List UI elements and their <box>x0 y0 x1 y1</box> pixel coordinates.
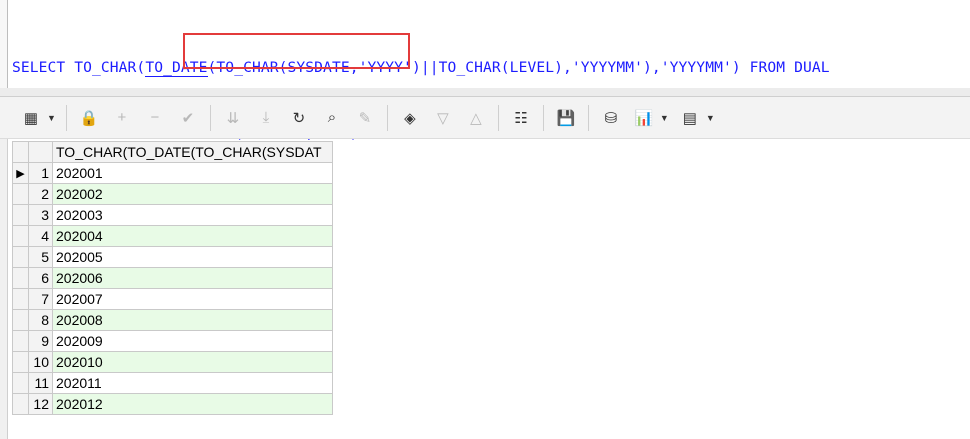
row-number: 2 <box>28 183 53 205</box>
cell-value[interactable]: 202005 <box>52 246 333 268</box>
toolbar-separator <box>65 104 67 131</box>
row-number: 5 <box>28 246 53 268</box>
fetch-last-icon[interactable]: ⤓ <box>253 105 279 131</box>
grid-rownum-header <box>28 141 53 163</box>
dropdown-caret-icon[interactable]: ▼ <box>47 113 56 123</box>
row-number: 10 <box>28 351 53 373</box>
sql-token: 'YYYYMM' <box>571 59 643 76</box>
cell-value[interactable]: 202002 <box>52 183 333 205</box>
row-number: 3 <box>28 204 53 226</box>
row-indicator[interactable] <box>12 183 29 205</box>
row-indicator[interactable] <box>12 309 29 331</box>
row-indicator[interactable] <box>12 267 29 289</box>
toolbar-separator <box>209 104 211 131</box>
previous-record-icon[interactable]: △ <box>463 105 489 131</box>
query-by-example-icon[interactable]: ◈ <box>397 105 423 131</box>
cell-value[interactable]: 202009 <box>52 330 333 352</box>
table-row[interactable]: 10 202010 <box>12 351 333 373</box>
export-icon[interactable]: ⛁ <box>598 105 624 131</box>
grid-header-row: TO_CHAR(TO_DATE(TO_CHAR(SYSDAT <box>12 141 333 163</box>
table-row[interactable]: 7 202007 <box>12 288 333 310</box>
grid-view-icon[interactable]: ▦ <box>18 105 44 131</box>
table-row[interactable]: 5 202005 <box>12 246 333 268</box>
cell-value[interactable]: 202003 <box>52 204 333 226</box>
table-row[interactable]: 8 202008 <box>12 309 333 331</box>
explain-plan-icon[interactable]: ☷ <box>508 105 534 131</box>
refresh-icon[interactable]: ↻ <box>286 105 312 131</box>
row-indicator[interactable] <box>12 288 29 310</box>
cell-value[interactable]: 202004 <box>52 225 333 247</box>
row-number: 7 <box>28 288 53 310</box>
cell-value[interactable]: 202008 <box>52 309 333 331</box>
cell-value[interactable]: 202007 <box>52 288 333 310</box>
chart-icon[interactable]: 📊 <box>631 105 657 131</box>
table-row[interactable]: 3 202003 <box>12 204 333 226</box>
save-icon[interactable]: 💾 <box>553 105 579 131</box>
row-indicator[interactable] <box>12 393 29 415</box>
table-row[interactable]: 9 202009 <box>12 330 333 352</box>
cell-value[interactable]: 202006 <box>52 267 333 289</box>
table-row[interactable]: 11 202011 <box>12 372 333 394</box>
table-row[interactable]: 6 202006 <box>12 267 333 289</box>
cell-value[interactable]: 202012 <box>52 393 333 415</box>
column-header[interactable]: TO_CHAR(TO_DATE(TO_CHAR(SYSDAT <box>52 141 333 163</box>
add-row-icon[interactable]: + <box>109 105 135 131</box>
sql-token: )||TO_CHAR(LEVEL), <box>411 59 572 76</box>
toolbar-separator <box>587 104 589 131</box>
cell-value[interactable]: 202011 <box>52 372 333 394</box>
row-indicator[interactable]: ▶ <box>12 162 29 184</box>
sql-token: 'YYYYMM' <box>660 59 732 76</box>
row-indicator[interactable] <box>12 351 29 373</box>
sql-token: ), <box>642 59 661 76</box>
row-number: 6 <box>28 267 53 289</box>
editor-results-splitter[interactable] <box>0 88 970 97</box>
row-indicator[interactable] <box>12 246 29 268</box>
table-row[interactable]: 4 202004 <box>12 225 333 247</box>
cell-value[interactable]: 202001 <box>52 162 333 184</box>
cell-value[interactable]: 202010 <box>52 351 333 373</box>
sql-token: ) FROM DUAL <box>731 59 830 76</box>
row-number: 4 <box>28 225 53 247</box>
table-row[interactable]: ▶ 1 202001 <box>12 162 333 184</box>
sql-editor[interactable]: SELECT TO_CHAR(TO_DATE(TO_CHAR(SYSDATE,'… <box>0 0 970 142</box>
post-changes-icon[interactable]: ✔ <box>175 105 201 131</box>
delete-row-icon[interactable]: − <box>142 105 168 131</box>
row-indicator[interactable] <box>12 204 29 226</box>
highlight-annotation-box <box>183 33 410 69</box>
editor-gutter <box>0 0 8 88</box>
toolbar-separator <box>542 104 544 131</box>
find-icon[interactable]: ⌕ <box>319 105 345 131</box>
row-number: 12 <box>28 393 53 415</box>
row-indicator[interactable] <box>12 372 29 394</box>
row-number: 1 <box>28 162 53 184</box>
dropdown-caret-icon[interactable]: ▼ <box>706 113 715 123</box>
row-number: 11 <box>28 372 53 394</box>
next-record-icon[interactable]: ▽ <box>430 105 456 131</box>
dropdown-caret-icon[interactable]: ▼ <box>660 113 669 123</box>
clear-icon[interactable]: ✎ <box>352 105 378 131</box>
results-left-strip <box>0 139 8 439</box>
sql-token: SELECT <box>12 59 75 76</box>
result-grid-toolbar: ▦ ▼ 🔒 + − ✔ ⇊ ⤓ ↻ ⌕ ✎ ◈ ▽ △ ☷ 💾 ⛁ 📊 ▼ ▤ ▼ <box>0 97 970 139</box>
toolbar-separator <box>386 104 388 131</box>
sql-token: TO_CHAR( <box>74 59 146 76</box>
table-options-icon[interactable]: ▤ <box>677 105 703 131</box>
result-grid[interactable]: TO_CHAR(TO_DATE(TO_CHAR(SYSDAT ▶ 1 202001 2… <box>12 141 333 415</box>
table-row[interactable]: 12 202012 <box>12 393 333 415</box>
table-row[interactable]: 2 202002 <box>12 183 333 205</box>
sql-line-1[interactable]: SELECT TO_CHAR(TO_DATE(TO_CHAR(SYSDATE,'… <box>12 57 830 79</box>
row-number: 8 <box>28 309 53 331</box>
grid-corner <box>12 141 29 163</box>
row-number: 9 <box>28 330 53 352</box>
lock-icon[interactable]: 🔒 <box>76 105 102 131</box>
row-indicator[interactable] <box>12 330 29 352</box>
fetch-next-icon[interactable]: ⇊ <box>220 105 246 131</box>
row-indicator[interactable] <box>12 225 29 247</box>
toolbar-separator <box>497 104 499 131</box>
